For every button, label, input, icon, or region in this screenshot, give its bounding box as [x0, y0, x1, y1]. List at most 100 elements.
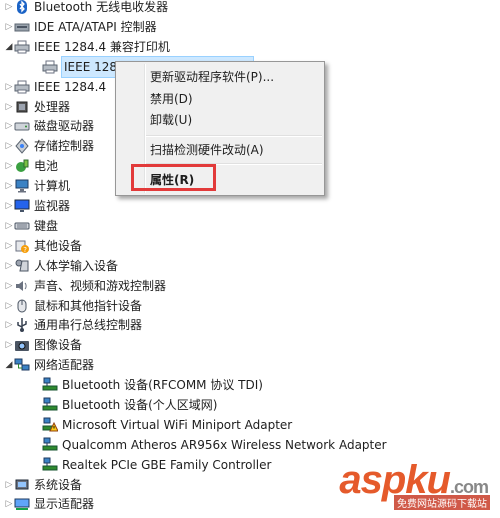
menu-item-uninstall[interactable]: 卸载(U)	[150, 110, 192, 130]
ide-controller-icon	[14, 19, 30, 35]
tree-item-label: 系统设备	[34, 478, 83, 492]
bluetooth-icon	[14, 0, 30, 15]
tree-item-label: IEEE 1284.4	[34, 80, 107, 94]
tree-item-label: 其他设备	[34, 239, 83, 253]
storage-controller-icon	[14, 138, 30, 154]
network-adapter-icon	[42, 377, 58, 393]
watermark: aspku.com 免费网站源码下载站	[324, 458, 494, 510]
collapsed-arrow-icon[interactable]: ▷	[4, 494, 14, 514]
display-adapter-icon	[14, 496, 30, 512]
expanded-arrow-icon[interactable]: ◢	[4, 37, 14, 57]
other-device-icon: ?	[14, 238, 30, 254]
tree-row[interactable]: ▷ 人体学输入设备	[0, 256, 484, 276]
processor-icon	[14, 99, 30, 115]
system-device-icon	[14, 477, 30, 493]
collapsed-arrow-icon[interactable]: ▷	[4, 475, 14, 495]
tree-item-label: 键盘	[34, 219, 59, 233]
collapsed-arrow-icon[interactable]: ▷	[4, 216, 14, 236]
battery-icon	[14, 158, 30, 174]
tree-row[interactable]: ▷ 监视器	[0, 196, 484, 216]
tree-item-label: 人体学输入设备	[34, 259, 119, 273]
collapsed-arrow-icon[interactable]: ▷	[4, 335, 14, 355]
network-adapter-icon	[42, 397, 58, 413]
properties-highlight-box	[131, 164, 216, 191]
menu-item-scan-hardware[interactable]: 扫描检测硬件改动(A)	[150, 140, 264, 160]
collapsed-arrow-icon[interactable]: ▷	[4, 17, 14, 37]
tree-item-label: 声音、视频和游戏控制器	[34, 279, 167, 293]
tree-item-label: Bluetooth 设备(个人区域网)	[62, 398, 218, 412]
tree-item-label: 处理器	[34, 100, 71, 114]
collapsed-arrow-icon[interactable]: ▷	[4, 156, 14, 176]
tree-row[interactable]: Qualcomm Atheros AR956x Wireless Network…	[0, 435, 500, 455]
tree-item-label: 存储控制器	[34, 139, 95, 153]
network-adapter-icon	[42, 437, 58, 453]
collapsed-arrow-icon[interactable]: ▷	[4, 256, 14, 276]
speaker-icon	[14, 278, 30, 294]
tree-item-label: IDE ATA/ATAPI 控制器	[34, 20, 157, 34]
keyboard-icon	[14, 218, 30, 234]
watermark-subtitle: 免费网站源码下载站	[394, 495, 490, 510]
collapsed-arrow-icon[interactable]: ▷	[4, 196, 14, 216]
tree-row[interactable]: ▷ Bluetooth 无线电收发器	[0, 0, 484, 17]
tree-item-label: 网络适配器	[34, 358, 95, 372]
tree-item-label: 监视器	[34, 199, 71, 213]
tree-item-label: 鼠标和其他指针设备	[34, 299, 143, 313]
tree-row[interactable]: ▷ 声音、视频和游戏控制器	[0, 276, 484, 296]
collapsed-arrow-icon[interactable]: ▷	[4, 77, 14, 97]
tree-item-label: 通用串行总线控制器	[34, 318, 143, 332]
computer-icon	[14, 178, 30, 194]
menu-item-disable[interactable]: 禁用(D)	[150, 89, 193, 109]
network-adapter-warning-icon	[42, 417, 58, 433]
tree-row[interactable]: Bluetooth 设备(RFCOMM 协议 TDI)	[0, 375, 500, 395]
collapsed-arrow-icon[interactable]: ▷	[4, 236, 14, 256]
collapsed-arrow-icon[interactable]: ▷	[4, 116, 14, 136]
tree-item-label: Microsoft Virtual WiFi Miniport Adapter	[62, 418, 293, 432]
collapsed-arrow-icon[interactable]: ▷	[4, 276, 14, 296]
tree-row[interactable]: ▷? 其他设备	[0, 236, 484, 256]
menu-item-update-driver[interactable]: 更新驱动程序软件(P)...	[150, 67, 274, 87]
network-icon	[14, 357, 30, 373]
tree-item-label: 图像设备	[34, 338, 83, 352]
usb-icon	[14, 317, 30, 333]
tree-row[interactable]: ◢ 网络适配器	[0, 355, 484, 375]
mouse-icon	[14, 298, 30, 314]
tree-item-label: Bluetooth 设备(RFCOMM 协议 TDI)	[62, 378, 263, 392]
svg-text:?: ?	[23, 246, 27, 254]
tree-row[interactable]: ▷ 图像设备	[0, 335, 484, 355]
camera-icon	[14, 337, 30, 353]
network-adapter-icon	[42, 457, 58, 473]
tree-item-label: IEEE 1284.4 兼容打印机	[34, 40, 170, 54]
tree-row[interactable]: ▷ 通用串行总线控制器	[0, 315, 484, 335]
printer-icon	[14, 39, 30, 55]
tree-row[interactable]: ▷ 鼠标和其他指针设备	[0, 296, 484, 316]
collapsed-arrow-icon[interactable]: ▷	[4, 97, 14, 117]
tree-item-label: 磁盘驱动器	[34, 119, 95, 133]
printer-icon	[14, 79, 30, 95]
expanded-arrow-icon[interactable]: ◢	[4, 355, 14, 375]
collapsed-arrow-icon[interactable]: ▷	[4, 136, 14, 156]
collapsed-arrow-icon[interactable]: ▷	[4, 296, 14, 316]
tree-item-label: 计算机	[34, 179, 71, 193]
tree-item-label: 电池	[34, 159, 59, 173]
tree-row[interactable]: Microsoft Virtual WiFi Miniport Adapter	[0, 415, 500, 435]
collapsed-arrow-icon[interactable]: ▷	[4, 176, 14, 196]
printer-icon	[42, 59, 58, 75]
disk-drive-icon	[14, 118, 30, 134]
tree-item-label: Bluetooth 无线电收发器	[34, 0, 169, 14]
collapsed-arrow-icon[interactable]: ▷	[4, 315, 14, 335]
tree-row[interactable]: ◢ IEEE 1284.4 兼容打印机	[0, 37, 484, 57]
tree-row[interactable]: ▷ IDE ATA/ATAPI 控制器	[0, 17, 484, 37]
tree-item-label: Realtek PCIe GBE Family Controller	[62, 458, 272, 472]
tree-row[interactable]: ▷ 键盘	[0, 216, 484, 236]
hid-icon	[14, 258, 30, 274]
tree-item-label: Qualcomm Atheros AR956x Wireless Network…	[62, 438, 387, 452]
collapsed-arrow-icon[interactable]: ▷	[4, 0, 14, 17]
tree-item-label: 显示适配器	[34, 497, 95, 511]
tree-row[interactable]: Bluetooth 设备(个人区域网)	[0, 395, 500, 415]
